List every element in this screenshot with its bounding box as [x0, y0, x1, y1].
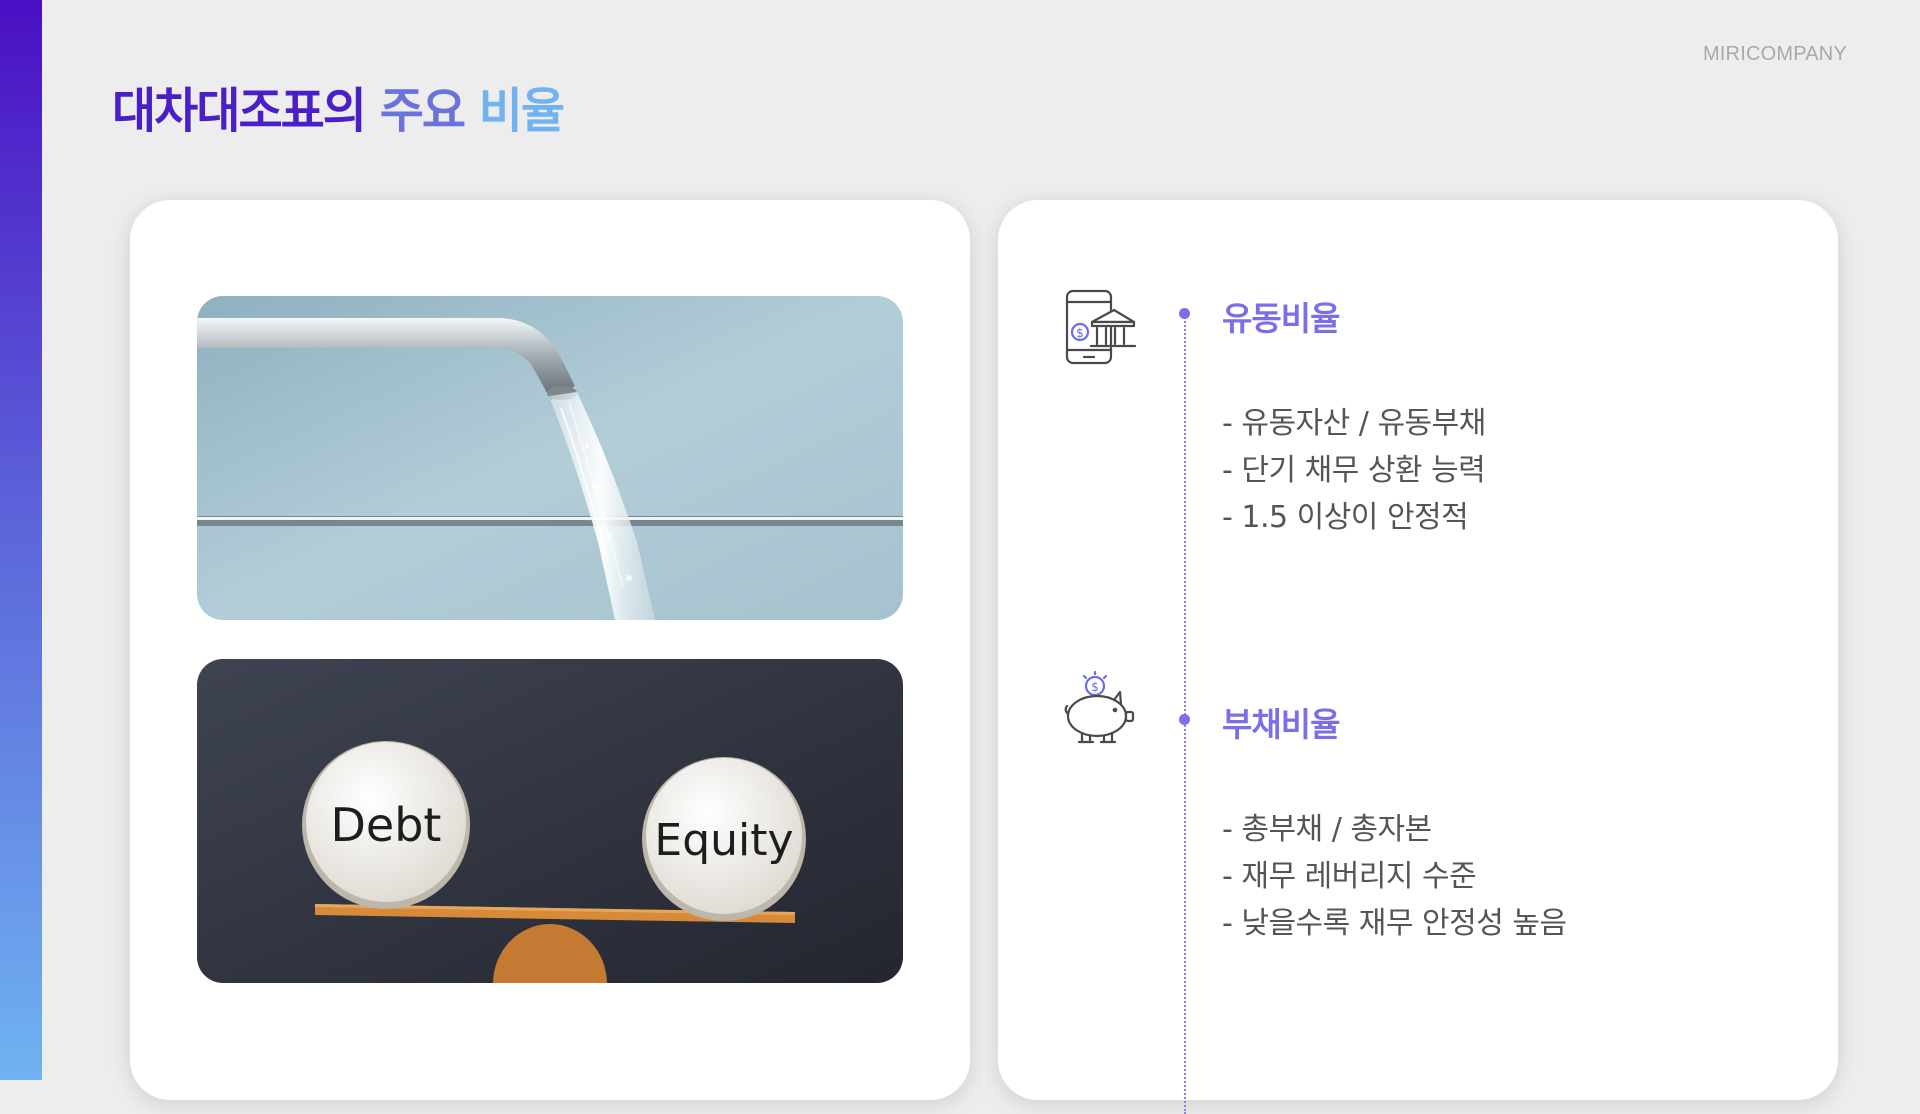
title-part-1: 대차대조표의: [112, 83, 367, 139]
list-item: - 낮을수록 재무 안정성 높음: [1222, 906, 1567, 941]
brand-name: MIRICOMPANY: [1702, 43, 1847, 65]
left-accent-bar: [0, 0, 42, 1080]
mobile-bank-icon: $: [1064, 288, 1137, 366]
debt-equity-scale-photo: Debt Equity: [197, 659, 903, 983]
ratio-card: $ $ 유동비율 - 유동자산 / 유동부채 - 단기 채무 상환 능력 - 1…: [998, 200, 1838, 1114]
timeline-dot: [1179, 308, 1190, 319]
list-item: - 1.5 이상이 안정적: [1222, 500, 1469, 535]
timeline-dot: [1179, 714, 1190, 725]
svg-text:$: $: [1076, 326, 1084, 340]
debt-label: Debt: [331, 798, 442, 852]
piggy-bank-icon: $: [1064, 670, 1136, 748]
svg-text:$: $: [1091, 680, 1099, 694]
debt-ratio-list: - 총부채 / 총자본 - 재무 레버리지 수준 - 낮을수록 재무 안정성 높…: [1222, 806, 1567, 947]
current-ratio-list: - 유동자산 / 유동부채 - 단기 채무 상환 능력 - 1.5 이상이 안정…: [1222, 400, 1486, 541]
list-item: - 단기 채무 상환 능력: [1222, 453, 1486, 488]
page-title: 대차대조표의 주요 비율: [112, 76, 565, 146]
equity-label: Equity: [654, 815, 793, 866]
image-card: Debt Equity: [130, 200, 970, 1100]
faucet-water-photo: [197, 296, 903, 620]
title-part-3: 비율: [478, 83, 565, 139]
current-ratio-title: 유동비율: [1222, 299, 1340, 338]
title-part-2: 주요: [379, 83, 466, 139]
list-item: - 재무 레버리지 수준: [1222, 859, 1477, 894]
list-item: - 총부채 / 총자본: [1222, 812, 1432, 847]
list-item: - 유동자산 / 유동부채: [1222, 406, 1486, 441]
debt-ratio-title: 부채비율: [1222, 705, 1340, 744]
